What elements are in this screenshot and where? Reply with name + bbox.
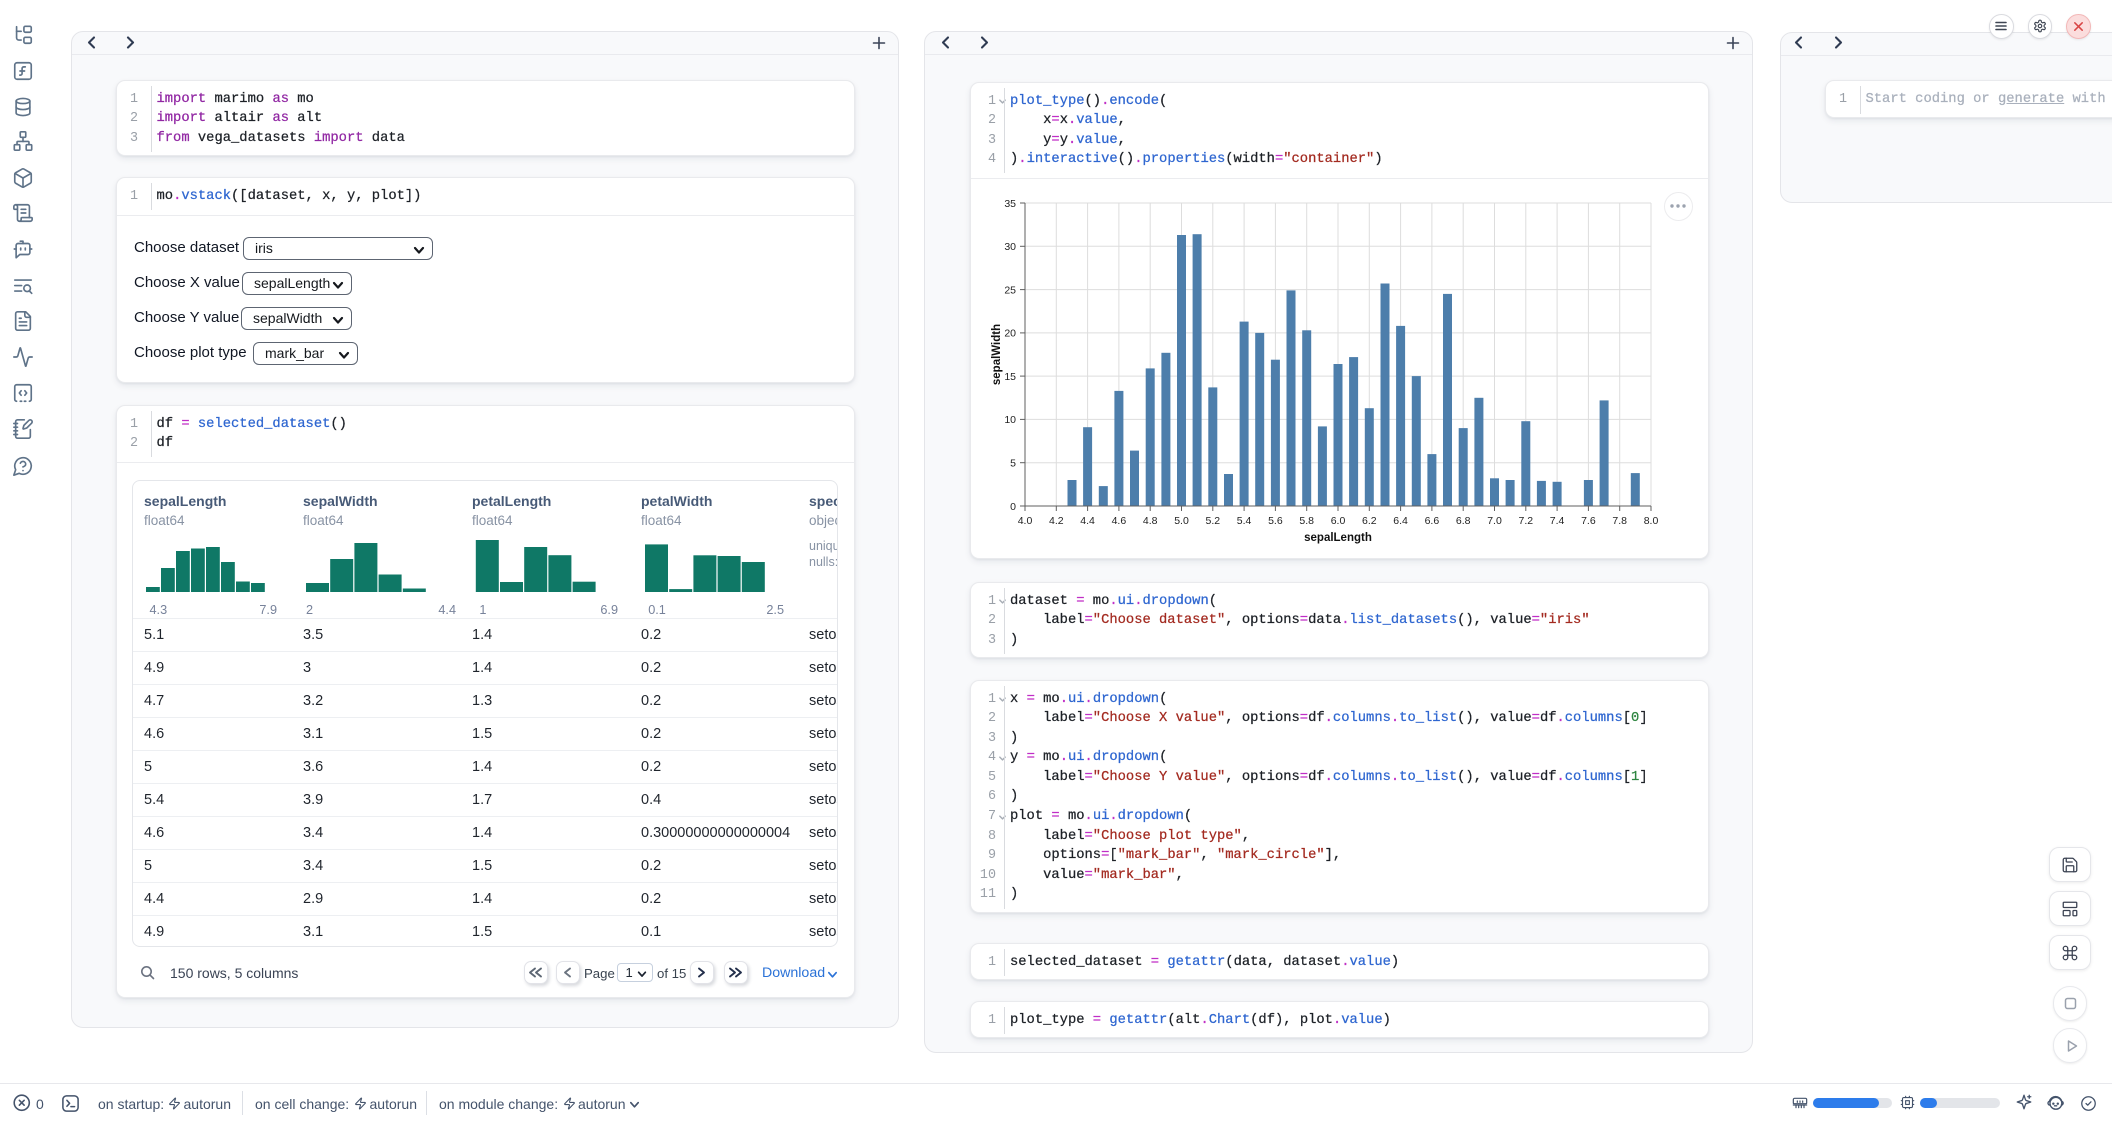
svg-text:0: 0 <box>1010 501 1016 513</box>
svg-text:35: 35 <box>1004 198 1016 210</box>
svg-text:6.8: 6.8 <box>1456 515 1471 527</box>
svg-text:30: 30 <box>1004 241 1016 253</box>
svg-text:8.0: 8.0 <box>1644 515 1659 527</box>
svg-text:25: 25 <box>1004 284 1016 296</box>
svg-text:5.6: 5.6 <box>1268 515 1283 527</box>
svg-text:7.8: 7.8 <box>1612 515 1627 527</box>
svg-text:6.0: 6.0 <box>1331 515 1346 527</box>
svg-text:4.2: 4.2 <box>1049 515 1064 527</box>
svg-text:20: 20 <box>1004 328 1016 340</box>
svg-text:5.0: 5.0 <box>1174 515 1189 527</box>
svg-text:sepalWidth: sepalWidth <box>991 324 1003 385</box>
svg-text:5.8: 5.8 <box>1299 515 1314 527</box>
svg-text:sepalLength: sepalLength <box>1304 532 1372 544</box>
svg-text:7.2: 7.2 <box>1518 515 1533 527</box>
svg-text:6.4: 6.4 <box>1393 515 1408 527</box>
svg-text:4.4: 4.4 <box>1080 515 1095 527</box>
svg-text:5: 5 <box>1010 458 1016 470</box>
svg-text:6.2: 6.2 <box>1362 515 1377 527</box>
svg-text:4.0: 4.0 <box>1018 515 1033 527</box>
svg-text:15: 15 <box>1004 371 1016 383</box>
svg-text:4.8: 4.8 <box>1143 515 1158 527</box>
svg-text:5.4: 5.4 <box>1237 515 1252 527</box>
svg-text:5.2: 5.2 <box>1205 515 1220 527</box>
svg-text:4.6: 4.6 <box>1112 515 1127 527</box>
svg-text:7.6: 7.6 <box>1581 515 1596 527</box>
svg-text:6.6: 6.6 <box>1425 515 1440 527</box>
svg-text:7.0: 7.0 <box>1487 515 1502 527</box>
svg-text:10: 10 <box>1004 414 1016 426</box>
svg-text:7.4: 7.4 <box>1550 515 1565 527</box>
